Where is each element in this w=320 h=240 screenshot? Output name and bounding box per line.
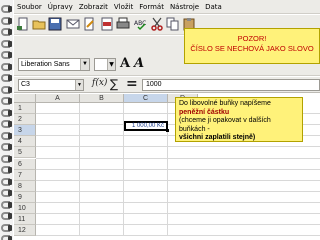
binding-ring xyxy=(1,234,12,240)
chevron-down-icon[interactable]: ▼ xyxy=(75,80,83,90)
instruction-line: Do libovolné buňky napíšeme xyxy=(179,100,271,107)
cell-reference: C3 xyxy=(21,81,30,88)
menu-view[interactable]: Zobrazit xyxy=(76,3,111,11)
menu-insert[interactable]: Vložit xyxy=(111,3,136,11)
formula-input[interactable]: 1000 xyxy=(142,79,320,91)
sum-icon[interactable]: ∑ xyxy=(110,77,118,91)
binding-ring xyxy=(1,50,12,60)
open-folder-icon[interactable] xyxy=(32,17,46,31)
menu-format[interactable]: Formát xyxy=(136,3,167,11)
spellcheck-icon[interactable]: ABC xyxy=(134,17,148,31)
binding-ring xyxy=(1,119,12,129)
binding-ring xyxy=(1,4,12,14)
warning-text: ČÍSLO SE NECHOVÁ JAKO SLOVO xyxy=(190,44,314,53)
copy-icon[interactable] xyxy=(166,17,180,31)
italic-icon[interactable]: A xyxy=(134,56,144,71)
column-header-selected[interactable]: C xyxy=(124,94,168,103)
row-header[interactable]: 10 xyxy=(14,202,36,214)
instruction-line: (chceme ji opakovat v dalších buňkách - xyxy=(179,117,271,133)
fill-handle[interactable] xyxy=(166,129,169,132)
column-header[interactable]: B xyxy=(80,94,124,103)
binding-ring xyxy=(1,188,12,198)
binding-ring xyxy=(1,200,12,210)
name-box[interactable]: C3 ▼ xyxy=(18,79,84,91)
email-icon[interactable] xyxy=(66,17,80,31)
font-name-value: Liberation Sans xyxy=(21,61,70,68)
binding-ring xyxy=(1,131,12,141)
active-cell[interactable]: 1 000,00 Kč xyxy=(124,121,169,132)
binding-ring xyxy=(1,27,12,37)
binding-ring xyxy=(1,73,12,83)
menu-file[interactable]: Soubor xyxy=(14,3,45,11)
save-icon[interactable] xyxy=(48,17,62,31)
row-header-selected[interactable]: 3 xyxy=(14,125,36,137)
column-header[interactable]: A xyxy=(36,94,80,103)
formula-bar: C3 ▼ f(x) ∑ = 1000 xyxy=(14,76,320,93)
font-size-select[interactable]: ▼ xyxy=(94,58,116,71)
binding-ring xyxy=(1,177,12,187)
instruction-line-bold: všichni zaplatili stejně) xyxy=(179,134,256,141)
binding-ring xyxy=(1,96,12,106)
row-header[interactable]: 1 xyxy=(14,103,36,114)
row-header[interactable]: 4 xyxy=(14,136,36,148)
binding-ring xyxy=(1,154,12,164)
cut-icon[interactable] xyxy=(150,17,164,31)
menu-data[interactable]: Data xyxy=(202,3,225,11)
binding-ring xyxy=(1,165,12,175)
binding-ring xyxy=(1,142,12,152)
row-header[interactable]: 8 xyxy=(14,180,36,192)
instruction-highlight: peněžní částku xyxy=(179,108,230,116)
warning-title: POZOR! xyxy=(237,34,267,43)
warning-callout: POZOR! ČÍSLO SE NECHOVÁ JAKO SLOVO xyxy=(184,28,320,64)
new-document-icon[interactable] xyxy=(16,17,30,31)
row-header[interactable]: 12 xyxy=(14,225,36,237)
notebook-binding xyxy=(0,0,13,240)
edit-file-icon[interactable] xyxy=(82,17,96,31)
row-header[interactable]: 7 xyxy=(14,169,36,181)
print-icon[interactable] xyxy=(116,17,130,31)
row-header[interactable]: 6 xyxy=(14,158,36,170)
menu-bar: Soubor Úpravy Zobrazit Vložit Formát Nás… xyxy=(14,0,320,14)
chevron-down-icon[interactable]: ▼ xyxy=(80,59,89,70)
row-header[interactable]: 2 xyxy=(14,114,36,126)
binding-ring xyxy=(1,108,12,118)
row-header[interactable]: 5 xyxy=(14,147,36,159)
binding-ring xyxy=(1,62,12,72)
formula-icon[interactable]: = xyxy=(126,76,138,92)
bold-icon[interactable]: A xyxy=(120,56,130,71)
binding-ring xyxy=(1,16,12,26)
chevron-down-icon[interactable]: ▼ xyxy=(107,59,115,70)
function-wizard-icon[interactable]: f(x) xyxy=(92,78,107,88)
menu-edit[interactable]: Úpravy xyxy=(45,3,76,11)
grid-line xyxy=(79,103,80,237)
corner-select-all[interactable] xyxy=(14,94,36,103)
export-pdf-icon[interactable] xyxy=(100,17,114,31)
instruction-callout: Do libovolné buňky napíšeme peněžní část… xyxy=(175,97,303,142)
binding-ring xyxy=(1,85,12,95)
binding-ring xyxy=(1,211,12,221)
row-header[interactable]: 9 xyxy=(14,191,36,203)
row-header[interactable]: 11 xyxy=(14,214,36,225)
menu-tools[interactable]: Nástroje xyxy=(167,3,202,11)
font-name-select[interactable]: Liberation Sans ▼ xyxy=(18,58,90,71)
binding-ring xyxy=(1,223,12,233)
active-cell-value: 1 000,00 Kč xyxy=(131,123,164,129)
binding-ring xyxy=(1,39,12,49)
